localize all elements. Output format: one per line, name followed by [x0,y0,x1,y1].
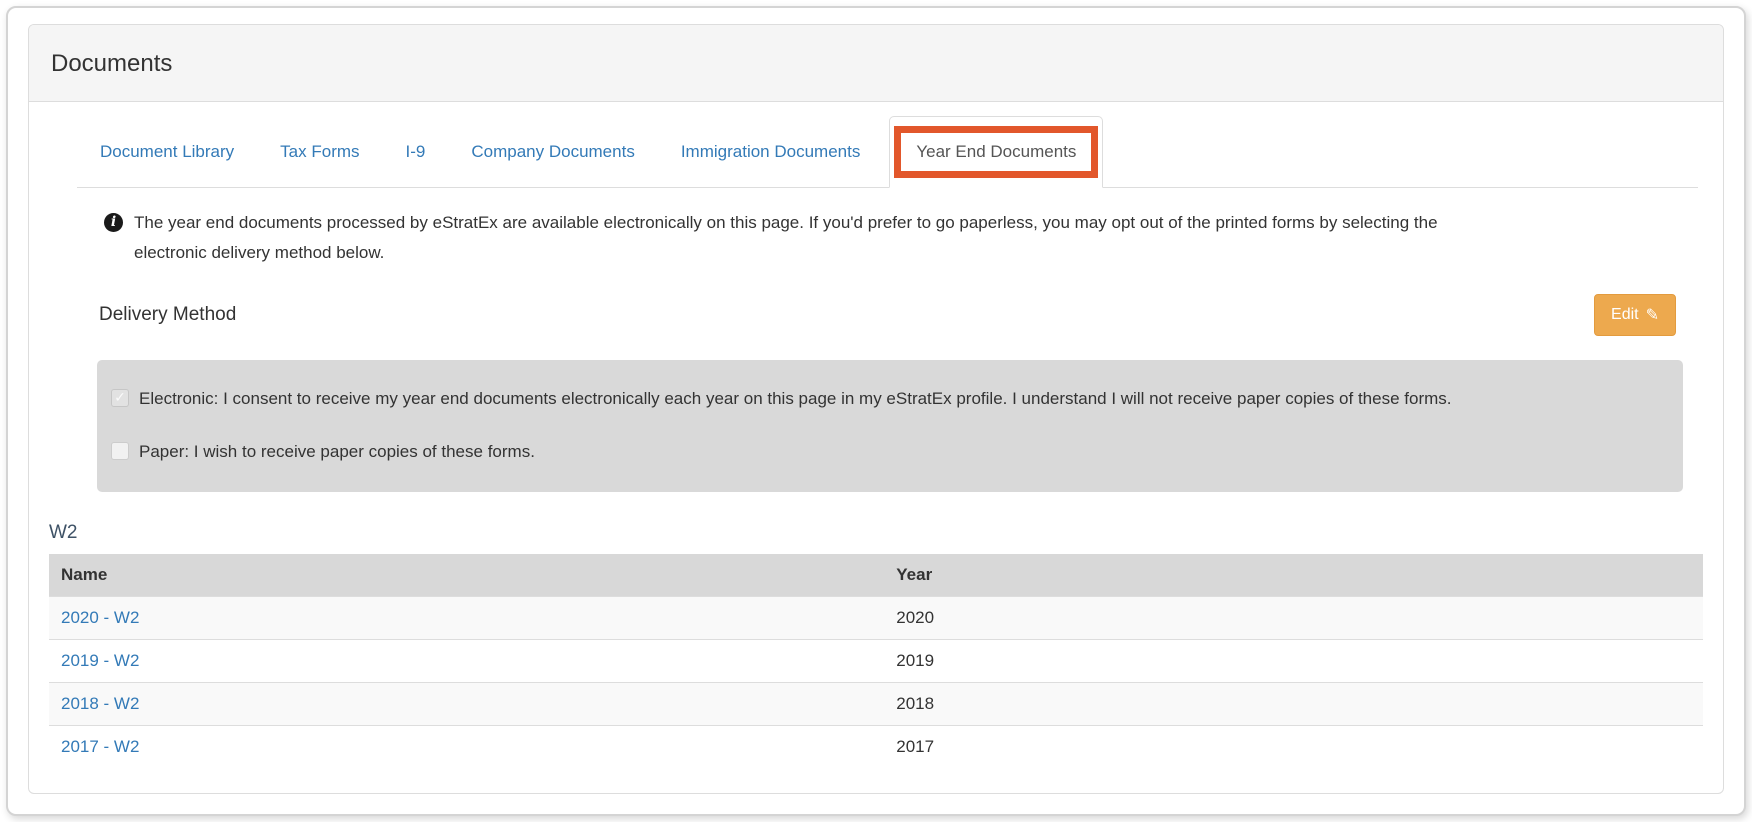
edit-button-label: Edit [1611,306,1639,324]
delivery-method-header: Delivery Method Edit ✎ [99,294,1676,336]
screenshot-frame: Documents Document Library Tax Forms I-9… [6,6,1746,816]
w2-link-2020[interactable]: 2020 - W2 [61,608,139,627]
column-header-year: Year [884,554,1703,597]
paper-option: Paper: I wish to receive paper copies of… [111,438,1663,465]
tab-i9[interactable]: I-9 [383,116,449,187]
tab-year-end-documents[interactable]: Year End Documents [889,116,1103,188]
tab-year-end-documents-label: Year End Documents [916,142,1076,161]
panel-body: Document Library Tax Forms I-9 Company D… [29,102,1723,793]
electronic-checkbox[interactable]: ✓ [111,389,129,407]
delivery-options-well: ✓ Electronic: I consent to receive my ye… [97,360,1683,492]
info-text: The year end documents processed by eStr… [134,208,1479,268]
info-banner: i The year end documents processed by eS… [104,208,1703,268]
year-cell: 2017 [884,726,1703,769]
delivery-method-title: Delivery Method [99,304,236,326]
info-icon: i [104,213,123,232]
w2-table: Name Year 2020 - W2 2020 2019 - W2 2019 … [49,554,1703,768]
tab-immigration-documents[interactable]: Immigration Documents [658,116,884,187]
year-cell: 2020 [884,597,1703,640]
table-row: 2019 - W2 2019 [49,640,1703,683]
w2-link-2019[interactable]: 2019 - W2 [61,651,139,670]
w2-link-2018[interactable]: 2018 - W2 [61,694,139,713]
electronic-option: ✓ Electronic: I consent to receive my ye… [111,385,1663,412]
table-row: 2017 - W2 2017 [49,726,1703,769]
tab-document-library[interactable]: Document Library [77,116,257,187]
page-title: Documents [29,25,1723,102]
column-header-name: Name [49,554,884,597]
edit-button[interactable]: Edit ✎ [1594,294,1676,336]
w2-section-title: W2 [49,522,1703,544]
table-row: 2020 - W2 2020 [49,597,1703,640]
tab-tax-forms[interactable]: Tax Forms [257,116,382,187]
documents-panel: Documents Document Library Tax Forms I-9… [28,24,1724,794]
tab-bar: Document Library Tax Forms I-9 Company D… [77,116,1698,188]
tab-company-documents[interactable]: Company Documents [448,116,657,187]
year-cell: 2018 [884,683,1703,726]
annotation-highlight-box: Year End Documents [894,126,1098,178]
w2-table-header: Name Year [49,554,1703,597]
year-cell: 2019 [884,640,1703,683]
electronic-option-label: Electronic: I consent to receive my year… [139,385,1452,412]
table-row: 2018 - W2 2018 [49,683,1703,726]
paper-option-label: Paper: I wish to receive paper copies of… [139,438,535,465]
pencil-icon: ✎ [1646,305,1659,325]
w2-link-2017[interactable]: 2017 - W2 [61,737,139,756]
paper-checkbox[interactable] [111,442,129,460]
